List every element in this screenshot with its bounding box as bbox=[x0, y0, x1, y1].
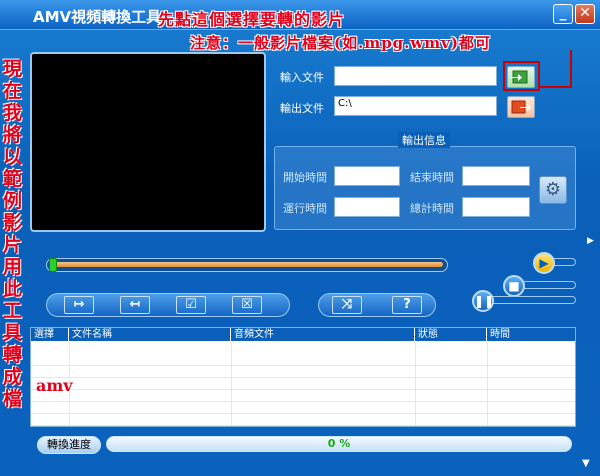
stop-button[interactable]: ■ bbox=[503, 275, 525, 297]
minimize-button[interactable]: _ bbox=[553, 4, 573, 24]
progress-bar: 0 % bbox=[106, 436, 572, 452]
mark-out-button[interactable]: ↤ bbox=[120, 296, 150, 314]
play-line bbox=[552, 258, 576, 266]
settings-button[interactable]: ⚙ bbox=[539, 176, 567, 204]
annotation-highlight-box bbox=[503, 61, 540, 91]
run-time-label: 運行時間 bbox=[283, 202, 327, 215]
input-file-field[interactable] bbox=[334, 66, 497, 86]
video-preview bbox=[30, 52, 266, 232]
close-button[interactable]: ✕ bbox=[575, 4, 595, 24]
start-time-field[interactable] bbox=[334, 166, 400, 186]
play-button[interactable]: ▶ bbox=[533, 252, 555, 274]
end-time-field[interactable] bbox=[462, 166, 530, 186]
save-file-icon bbox=[511, 100, 531, 114]
table-row[interactable] bbox=[31, 354, 575, 366]
annotation-amv: amv bbox=[36, 376, 73, 395]
total-time-label: 總計時間 bbox=[410, 202, 454, 215]
save-file-button[interactable] bbox=[507, 96, 535, 118]
gear-icon: ⚙ bbox=[544, 179, 562, 200]
table-header: 選擇 文件名稱 音頻文件 狀態 時間 bbox=[31, 328, 575, 342]
seek-track-fill bbox=[51, 262, 443, 267]
table-row[interactable] bbox=[31, 366, 575, 378]
pause-icon: ❚❚ bbox=[474, 294, 495, 308]
progress-text: 0 % bbox=[327, 437, 351, 450]
help-button[interactable]: ? bbox=[392, 296, 422, 314]
annotation-top-2: 注意：一般影片檔案(如.mpg.wmv)都可 bbox=[190, 34, 491, 52]
table-row[interactable] bbox=[31, 378, 575, 390]
table-row[interactable] bbox=[31, 390, 575, 402]
input-file-label: 輸入文件 bbox=[280, 71, 324, 84]
annotation-pointer bbox=[540, 50, 572, 88]
pause-button[interactable]: ❚❚ bbox=[472, 290, 494, 312]
table-row[interactable] bbox=[31, 402, 575, 414]
check-button[interactable]: ☑ bbox=[176, 296, 206, 314]
remove-button[interactable]: ☒ bbox=[232, 296, 262, 314]
stop-line bbox=[522, 281, 576, 289]
total-time-field[interactable] bbox=[462, 197, 530, 217]
end-time-label: 結束時間 bbox=[410, 171, 454, 184]
window-title: AMV視頻轉換工具 bbox=[33, 8, 162, 26]
seek-thumb[interactable] bbox=[49, 258, 57, 272]
column-select[interactable]: 選擇 bbox=[31, 328, 69, 342]
chevron-down-icon[interactable]: ▼ bbox=[582, 458, 590, 469]
column-filename[interactable]: 文件名稱 bbox=[69, 328, 231, 342]
convert-button[interactable]: 轉換進度 bbox=[37, 436, 101, 454]
play-icon: ▶ bbox=[539, 256, 549, 270]
run-time-field[interactable] bbox=[334, 197, 400, 217]
side-arrow-icon[interactable]: ▶ bbox=[587, 236, 597, 250]
table-row[interactable] bbox=[31, 414, 575, 426]
stop-icon: ■ bbox=[508, 279, 520, 293]
mark-in-button[interactable]: ↦ bbox=[64, 296, 94, 314]
output-info-panel bbox=[274, 146, 576, 230]
annotation-vertical: 現在我將以範例影片用此工具轉成檔 bbox=[3, 58, 23, 410]
start-time-label: 開始時間 bbox=[283, 171, 327, 184]
output-info-title: 輸出信息 bbox=[398, 132, 450, 148]
column-time[interactable]: 時間 bbox=[487, 328, 577, 342]
seek-bar[interactable] bbox=[46, 258, 448, 272]
pause-line bbox=[492, 296, 576, 304]
annotation-top-1: 先點這個選擇要轉的影片 bbox=[158, 10, 346, 29]
swap-button[interactable]: ⤨ bbox=[332, 296, 362, 314]
file-table[interactable]: 選擇 文件名稱 音頻文件 狀態 時間 bbox=[30, 327, 576, 427]
output-file-field[interactable]: C:\ bbox=[334, 96, 497, 116]
column-status[interactable]: 狀態 bbox=[415, 328, 487, 342]
output-file-label: 輸出文件 bbox=[280, 102, 324, 115]
column-audio[interactable]: 音頻文件 bbox=[231, 328, 415, 342]
